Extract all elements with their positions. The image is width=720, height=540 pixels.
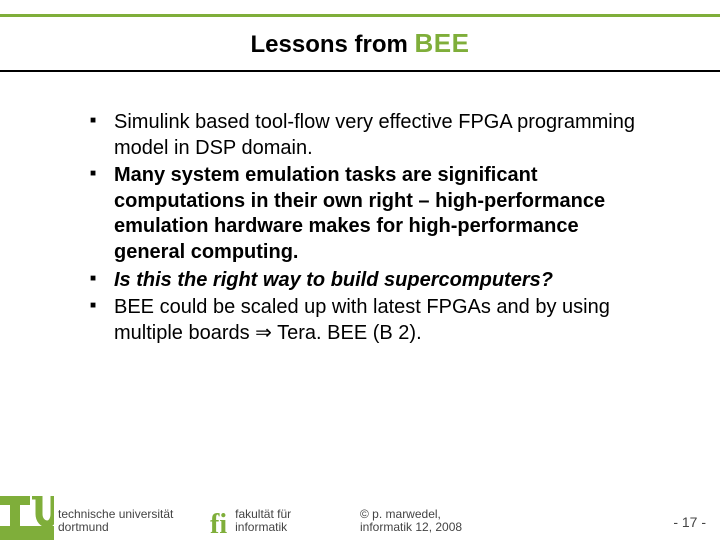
tu-logo [0, 496, 54, 540]
fi-logo: fi [210, 514, 227, 536]
fak-line1: fakultät für [235, 508, 291, 521]
uni-line1: technische universität [58, 508, 173, 521]
uni-line2: dortmund [58, 521, 173, 534]
bullet-item: Many system emulation tasks are signific… [90, 163, 650, 265]
copy-line2: informatik 12, 2008 [360, 521, 462, 534]
bullet-text: Many system emulation tasks are signific… [114, 164, 605, 263]
title-prefix: Lessons from [250, 31, 414, 58]
bullet-item: Is this the right way to build supercomp… [90, 268, 650, 294]
faculty-name: fakultät für informatik [235, 508, 291, 534]
title-underline [0, 70, 720, 72]
faculty-block: fi fakultät für informatik [210, 508, 291, 534]
fak-line2: informatik [235, 521, 291, 534]
body: Simulink based tool-flow very effective … [90, 110, 650, 348]
bullet-item: BEE could be scaled up with latest FPGAs… [90, 295, 650, 346]
top-rule [0, 14, 720, 17]
copy-line1: © p. marwedel, [360, 508, 462, 521]
bullet-list: Simulink based tool-flow very effective … [90, 110, 650, 346]
bullet-item: Simulink based tool-flow very effective … [90, 110, 650, 161]
bullet-text: Simulink based tool-flow very effective … [114, 111, 635, 159]
bullet-text: Is this the right way to build supercomp… [114, 269, 553, 291]
copyright: © p. marwedel, informatik 12, 2008 [360, 508, 462, 534]
footer: technische universität dortmund fi fakul… [0, 492, 720, 540]
slide-title: Lessons from BEE [0, 28, 720, 59]
university-name: technische universität dortmund [58, 508, 173, 534]
bullet-text: BEE could be scaled up with latest FPGAs… [114, 296, 610, 344]
title-accent: BEE [415, 28, 470, 58]
page-number: - 17 - [673, 514, 706, 530]
slide: Lessons from BEE Simulink based tool-flo… [0, 0, 720, 540]
